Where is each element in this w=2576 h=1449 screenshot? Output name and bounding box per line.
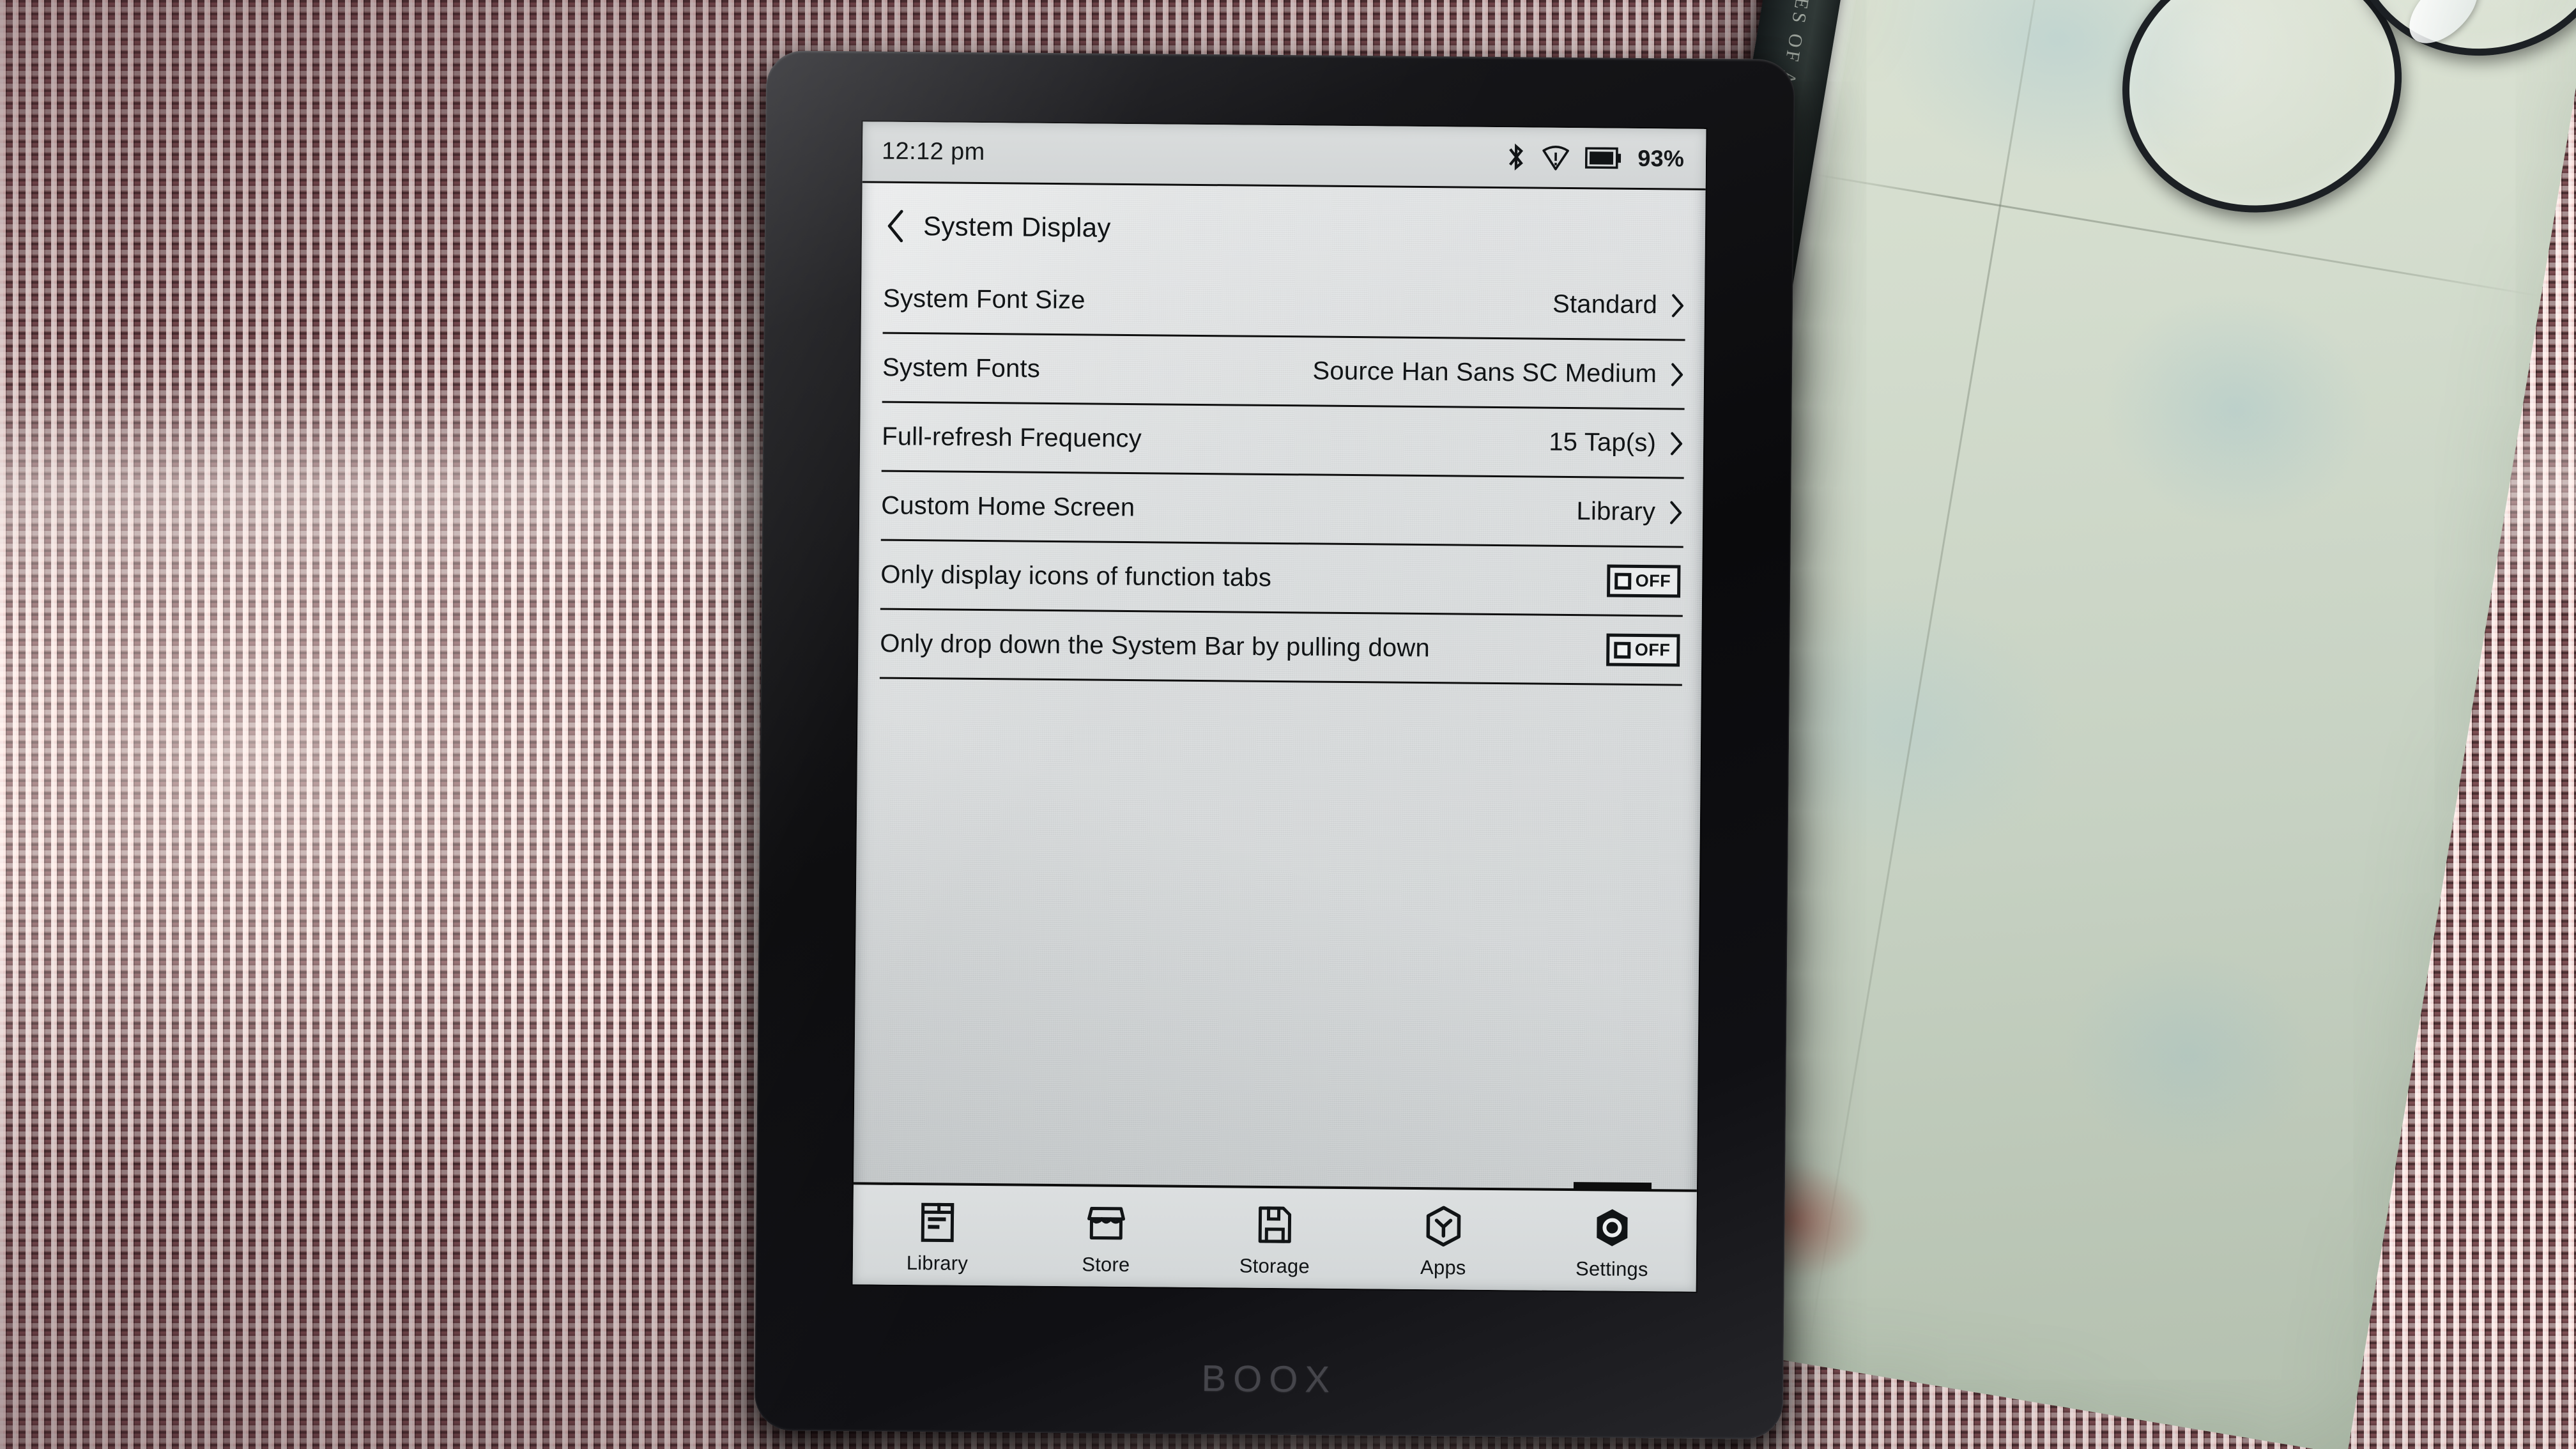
page-header: System Display [862,183,1706,272]
bottom-navigation-bar: Library Store Storage Apps Settings [852,1182,1697,1292]
toggle-state-label: OFF [1635,571,1671,591]
toggle-knob [1613,641,1630,659]
row-value: 15 Tap(s) [1549,427,1657,457]
nav-tab-library[interactable]: Library [853,1184,1022,1285]
settings-list: System Font Size Standard System Fonts S… [858,264,1705,686]
library-icon [919,1200,956,1243]
battery-percent-label: 93% [1637,144,1685,172]
brand-logo: BOOX [1201,1358,1337,1400]
row-label: Full-refresh Frequency [882,422,1142,453]
status-bar: 12:12 pm 93% [862,121,1706,190]
status-bar-time: 12:12 pm [881,137,985,166]
wifi-warning-icon [1542,144,1570,171]
settings-icon [1592,1206,1632,1249]
nav-tab-storage[interactable]: Storage [1190,1188,1360,1289]
settings-row-system-font-size[interactable]: System Font Size Standard [882,264,1686,341]
row-value: Library [1576,497,1656,526]
chevron-right-icon [1668,500,1683,525]
nav-tab-label: Storage [1239,1254,1310,1278]
chevron-left-icon[interactable] [885,209,907,243]
settings-row-system-fonts[interactable]: System Fonts Source Han Sans SC Medium [882,334,1685,410]
settings-row-only-drop-down-system-bar[interactable]: Only drop down the System Bar by pulling… [879,610,1683,686]
page-title: System Display [923,211,1111,243]
chevron-right-icon [1670,293,1685,318]
nav-tab-store[interactable]: Store [1022,1186,1191,1287]
storage-icon [1256,1204,1294,1246]
row-label: Only drop down the System Bar by pulling… [880,629,1430,663]
chevron-right-icon [1669,362,1685,387]
apps-icon [1423,1205,1464,1248]
row-value: Standard [1552,289,1658,319]
toggle-switch-only-display-icons[interactable]: OFF [1606,564,1681,598]
toggle-state-label: OFF [1634,640,1671,660]
ereader-device: 12:12 pm 93% System Display System Font … [754,50,1795,1439]
ereader-screen[interactable]: 12:12 pm 93% System Display System Font … [852,121,1706,1292]
row-label: Custom Home Screen [881,491,1135,522]
chevron-right-icon [1669,431,1684,456]
photo-scene: The Life & Times of Altu Faltu Ranjit La… [0,0,2576,1449]
store-icon [1086,1202,1126,1245]
book-cover-crease-vertical [1805,0,2060,1365]
settings-row-full-refresh-frequency[interactable]: Full-refresh Frequency 15 Tap(s) [881,402,1685,479]
settings-row-only-display-icons-of-function-tabs[interactable]: Only display icons of function tabs OFF [880,540,1683,617]
toggle-knob [1614,572,1631,590]
nav-tab-label: Settings [1575,1257,1648,1281]
battery-icon [1585,146,1622,169]
nav-tab-label: Apps [1420,1256,1466,1279]
row-label: Only display icons of function tabs [880,560,1272,592]
row-value: Source Han Sans SC Medium [1312,356,1657,388]
row-label: System Font Size [882,284,1085,314]
settings-row-custom-home-screen[interactable]: Custom Home Screen Library [880,471,1684,548]
row-label: System Fonts [882,353,1041,383]
bluetooth-icon [1506,143,1526,171]
nav-tab-apps[interactable]: Apps [1359,1189,1528,1290]
active-tab-indicator [1573,1182,1652,1190]
nav-tab-label: Store [1082,1253,1130,1276]
status-bar-indicators: 93% [1506,143,1684,172]
toggle-switch-only-drop-down-system-bar[interactable]: OFF [1606,633,1680,667]
nav-tab-label: Library [906,1252,969,1275]
nav-tab-settings[interactable]: Settings [1528,1182,1697,1291]
